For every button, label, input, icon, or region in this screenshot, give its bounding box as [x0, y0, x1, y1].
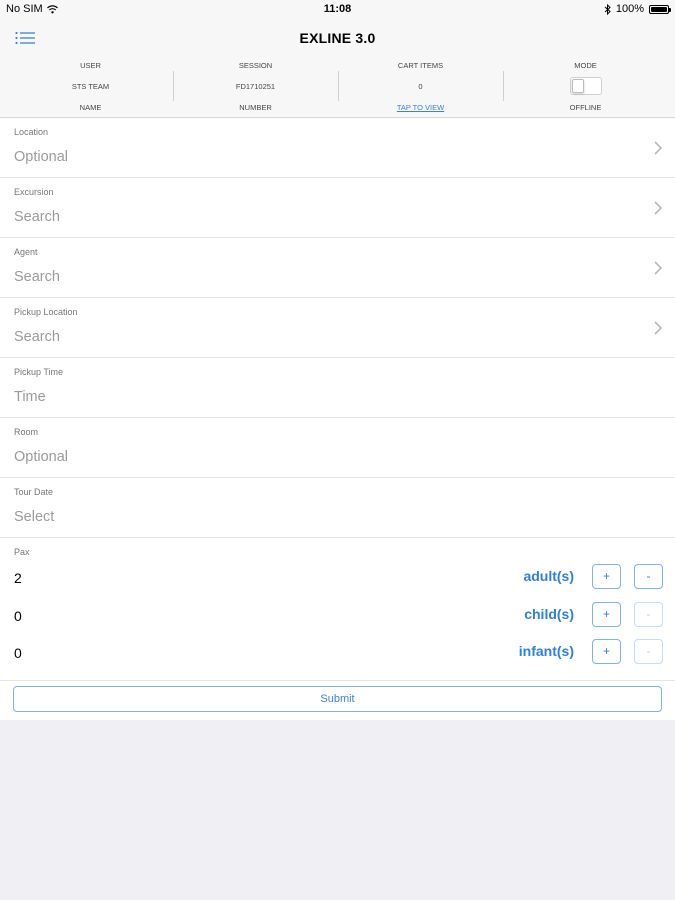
session-header: SESSION: [238, 61, 273, 70]
bluetooth-icon: [604, 3, 611, 15]
excursion-field[interactable]: Excursion Search: [0, 178, 675, 238]
user-header: USER: [80, 61, 101, 70]
adult-decrement-button[interactable]: -: [634, 564, 663, 589]
status-time: 11:08: [323, 3, 352, 15]
pickup-time-field[interactable]: Pickup Time Time: [0, 358, 675, 418]
cart-header: CART ITEMS: [397, 61, 444, 70]
pax-row-child: 0 child(s) + -: [0, 602, 675, 632]
pax-row-infant: 0 infant(s) + -: [0, 639, 675, 669]
pax-type-label: infant(s): [518, 643, 574, 659]
field-placeholder: Optional: [14, 149, 69, 165]
toggle-knob: [571, 79, 584, 93]
infant-increment-button[interactable]: +: [592, 639, 621, 664]
battery-fill: [651, 6, 667, 12]
pax-type-label: child(s): [524, 606, 574, 622]
field-label: Pickup Time: [14, 367, 64, 377]
pax-row-adult: 2 adult(s) + -: [0, 564, 675, 594]
child-increment-button[interactable]: +: [592, 602, 621, 627]
field-placeholder: Search: [14, 269, 60, 285]
field-label: Tour Date: [14, 487, 54, 497]
field-placeholder: Time: [14, 389, 46, 405]
field-label: Excursion: [14, 187, 54, 197]
field-label: Location: [14, 127, 49, 137]
session-info-grid: USER STS TEAM NAME SESSION FD1710251 NUM…: [8, 58, 668, 114]
mode-toggle[interactable]: [569, 77, 602, 95]
pickup-location-field[interactable]: Pickup Location Search: [0, 298, 675, 358]
divider: [0, 680, 675, 681]
chevron-right-icon: [654, 261, 663, 275]
adult-increment-button[interactable]: +: [592, 564, 621, 589]
battery-icon: [649, 4, 671, 14]
agent-field[interactable]: Agent Search: [0, 238, 675, 298]
pax-count: 2: [14, 570, 22, 586]
field-placeholder: Optional: [14, 449, 69, 465]
field-label: Room: [14, 427, 39, 437]
field-placeholder: Search: [14, 329, 60, 345]
page-title: EXLINE 3.0: [299, 30, 376, 46]
cart-count: 0: [418, 82, 423, 91]
mode-header: MODE: [574, 61, 597, 70]
user-info: USER STS TEAM NAME: [8, 58, 173, 114]
child-decrement-button[interactable]: -: [634, 602, 663, 627]
chevron-right-icon: [654, 201, 663, 215]
chevron-right-icon: [654, 321, 663, 335]
chevron-right-icon: [654, 141, 663, 155]
field-placeholder: Search: [14, 209, 60, 225]
mode-info: MODE OFFLINE: [503, 58, 668, 114]
pax-label: Pax: [14, 547, 30, 557]
infant-decrement-button[interactable]: -: [634, 639, 663, 664]
nav-header: EXLINE 3.0 USER STS TEAM NAME SESSION FD…: [0, 20, 675, 118]
battery-percent: 100%: [615, 3, 644, 15]
tour-date-field[interactable]: Tour Date Select: [0, 478, 675, 538]
field-label: Pickup Location: [14, 307, 78, 317]
room-field[interactable]: Room Optional: [0, 418, 675, 478]
field-label: Agent: [14, 247, 38, 257]
user-footer: NAME: [79, 103, 102, 112]
pax-count: 0: [14, 645, 22, 661]
location-field[interactable]: Location Optional: [0, 118, 675, 178]
pax-count: 0: [14, 608, 22, 624]
cart-info: CART ITEMS 0 TAP TO VIEW: [338, 58, 503, 114]
session-value: FD1710251: [235, 82, 276, 91]
mode-footer: OFFLINE: [569, 103, 602, 112]
session-info: SESSION FD1710251 NUMBER: [173, 58, 338, 114]
session-footer: NUMBER: [239, 103, 272, 112]
user-value: STS TEAM: [71, 82, 110, 91]
status-right: 100%: [604, 3, 671, 15]
field-placeholder: Select: [14, 509, 55, 525]
status-bar: No SIM 11:08 100%: [0, 0, 675, 20]
cart-view-link[interactable]: TAP TO VIEW: [338, 103, 503, 112]
pax-type-label: adult(s): [523, 568, 574, 584]
submit-button[interactable]: Submit: [13, 686, 662, 712]
booking-form: Location Optional Excursion Search Agent…: [0, 118, 675, 720]
